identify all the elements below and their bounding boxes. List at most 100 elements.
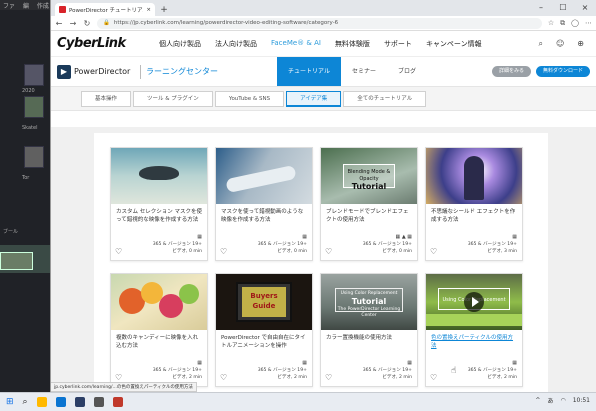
category-basics[interactable]: 基本操作 [81,90,132,107]
card-meta: 365 & バージョン 19+ ビデオ, 2 min [153,368,202,381]
tab-blog[interactable]: ブログ [387,57,427,86]
media-thumbnail[interactable] [24,146,44,168]
thumbnail-heading: Buyers Guide [242,287,286,317]
device-icon: ▦ [512,234,517,240]
tutorial-thumbnail[interactable] [111,148,207,204]
nav-business-products[interactable]: 法人向け製品 [215,39,257,49]
search-icon[interactable]: ⌕ [23,397,28,407]
divider [140,64,141,79]
editor-menu-item[interactable]: 作成 [37,3,49,10]
learning-center-title[interactable]: ラーニングセンター [146,66,218,77]
heart-icon[interactable]: ♡ [115,247,122,256]
maximize-button[interactable]: ☐ [552,0,574,16]
refresh-icon[interactable]: ↻ [83,19,91,28]
media-label: Tor [22,175,30,181]
file-explorer-icon[interactable] [36,397,47,407]
tutorial-thumbnail[interactable] [216,148,312,204]
card-title[interactable]: ブレンドモードでブレンドエフェクトの使用方法 [321,204,417,234]
cyberlink-logo[interactable]: CyberLink [57,36,147,51]
tab-tutorials[interactable]: チュートリアル [277,57,341,86]
category-youtube-sns[interactable]: YouTube & SNS [214,90,285,107]
tab-seminars[interactable]: セミナー [341,57,387,86]
edge-icon[interactable] [55,397,66,407]
category-all-tutorials[interactable]: 全てのチュートリアル [343,90,427,107]
nav-free-trial[interactable]: 無料体験版 [335,39,370,49]
nav-support[interactable]: サポート [384,39,412,49]
tutorial-thumbnail[interactable]: Blending Mode & Opacity Tutorial [321,148,417,204]
tutorial-card[interactable]: マスクを使って錯視動画のような映像を作成する方法 ▦ 365 & バージョン 1… [215,147,313,261]
heart-icon[interactable]: ♡ [430,247,437,256]
play-icon[interactable] [464,292,484,312]
tutorial-card[interactable]: Using Color Replacement 色の置換えパーティクルの使用方法… [425,273,523,387]
card-meta: 365 & バージョン 19+ ビデオ, 2 min [258,368,307,381]
close-window-button[interactable]: × [574,0,596,16]
card-meta: 365 & バージョン 19+ ビデオ, 0 min [363,242,412,255]
car-shape [426,314,522,326]
back-icon[interactable]: ← [55,19,63,28]
heart-icon[interactable]: ♡ [220,373,227,382]
heart-icon[interactable]: ♡ [430,373,437,382]
tutorial-card[interactable]: 複数のキャンディーに映像を入れ込む方法 ▦ 365 & バージョン 19+ ビデ… [110,273,208,387]
media-thumbnail[interactable] [24,64,44,86]
header-icons: ⌕ ☺ ⊕ [538,39,590,49]
user-icon[interactable]: ☺ [556,39,564,49]
tab-close-icon[interactable]: × [146,7,151,13]
category-ideas[interactable]: アイデア集 [286,90,342,107]
tutorial-thumbnail[interactable]: Using Color Replacement Tutorial The Pow… [321,274,417,330]
tutorial-card[interactable]: Using Color Replacement Tutorial The Pow… [320,273,418,387]
details-button[interactable]: 詳細をみる [491,66,531,77]
powerdirector-logo[interactable]: ▶ PowerDirector [57,64,135,79]
tutorial-card[interactable]: 不思議なシールド エフェクトを作成する方法 ▦ 365 & バージョン 19+ … [425,147,523,261]
heart-icon[interactable]: ♡ [325,247,332,256]
editor-menu-item[interactable]: ファ [3,3,15,10]
heart-icon[interactable]: ♡ [115,373,122,382]
card-version: 365 & バージョン 19+ [257,368,307,373]
card-title[interactable]: PowerDirector で自由自在にタイトルアニメーションを操作 [216,330,312,360]
tutorial-card[interactable]: Buyers Guide PowerDirector で自由自在にタイトルアニメ… [215,273,313,387]
url-field[interactable]: 🔒 https://jp.cyberlink.com/learning/powe… [97,17,542,29]
wifi-icon[interactable]: ◠ [560,397,565,404]
tutorial-thumbnail[interactable] [426,148,522,204]
tutorial-card[interactable]: Blending Mode & Opacity Tutorial ブレンドモード… [320,147,418,261]
app-icon[interactable] [74,397,85,407]
card-title[interactable]: 複数のキャンディーに映像を入れ込む方法 [111,330,207,360]
windows-start-icon[interactable]: ⊞ [6,397,14,407]
tutorial-thumbnail[interactable]: Using Color Replacement [426,274,522,330]
heart-icon[interactable]: ♡ [325,373,332,382]
more-menu-icon[interactable]: ⋯ [585,19,592,27]
collections-icon[interactable]: ⧉ [560,19,565,28]
category-tools-plugins[interactable]: ツール & プラグイン [133,90,213,107]
forward-icon[interactable]: → [69,19,77,28]
card-title[interactable]: マスクを使って錯視動画のような映像を作成する方法 [216,204,312,234]
tutorial-thumbnail[interactable]: Buyers Guide [216,274,312,330]
card-title[interactable]: 不思議なシールド エフェクトを作成する方法 [426,204,522,234]
powerdirector-taskbar-icon[interactable] [112,397,123,407]
ime-indicator[interactable]: あ [547,396,553,405]
timeline-clip[interactable] [0,252,33,270]
new-tab-button[interactable]: + [158,4,170,16]
minimize-button[interactable]: – [530,0,552,16]
search-icon[interactable]: ⌕ [538,39,542,49]
tutorial-grid: カスタム セレクション マスクを使って錯視的な映像を作成する方法 ▦ 365 &… [94,133,548,392]
free-download-button[interactable]: 無料ダウンロード [535,66,590,77]
clock[interactable]: 10:51 [573,397,590,404]
chevron-up-icon[interactable]: ^ [535,397,540,404]
card-title[interactable]: カラー置換機能の使用方法 [321,330,417,360]
tutorial-card[interactable]: カスタム セレクション マスクを使って錯視的な映像を作成する方法 ▦ 365 &… [110,147,208,261]
nav-personal-products[interactable]: 個人向け製品 [159,39,201,49]
favorites-icon[interactable]: ☆ [548,19,554,27]
browser-tab[interactable]: PowerDirector チュートリアル | Cyb… × [55,3,155,16]
heart-icon[interactable]: ♡ [220,247,227,256]
media-thumbnail[interactable] [24,96,44,118]
card-meta: 365 & バージョン 19+ ビデオ, 2 min [363,368,412,381]
card-title[interactable]: カスタム セレクション マスクを使って錯視的な映像を作成する方法 [111,204,207,234]
card-title[interactable]: 色の置換えパーティクルの使用方法 [426,330,522,360]
nav-faceme-ai[interactable]: FaceMe® & AI [271,39,321,49]
profile-icon[interactable]: ◯ [571,19,579,27]
editor-menu-item[interactable]: 編 [23,3,29,10]
tutorial-thumbnail[interactable] [111,274,207,330]
globe-icon[interactable]: ⊕ [577,39,584,49]
card-type: ビデオ, 0 min [277,248,307,254]
nav-campaigns[interactable]: キャンペーン情報 [426,39,482,49]
app-icon[interactable] [93,397,104,407]
